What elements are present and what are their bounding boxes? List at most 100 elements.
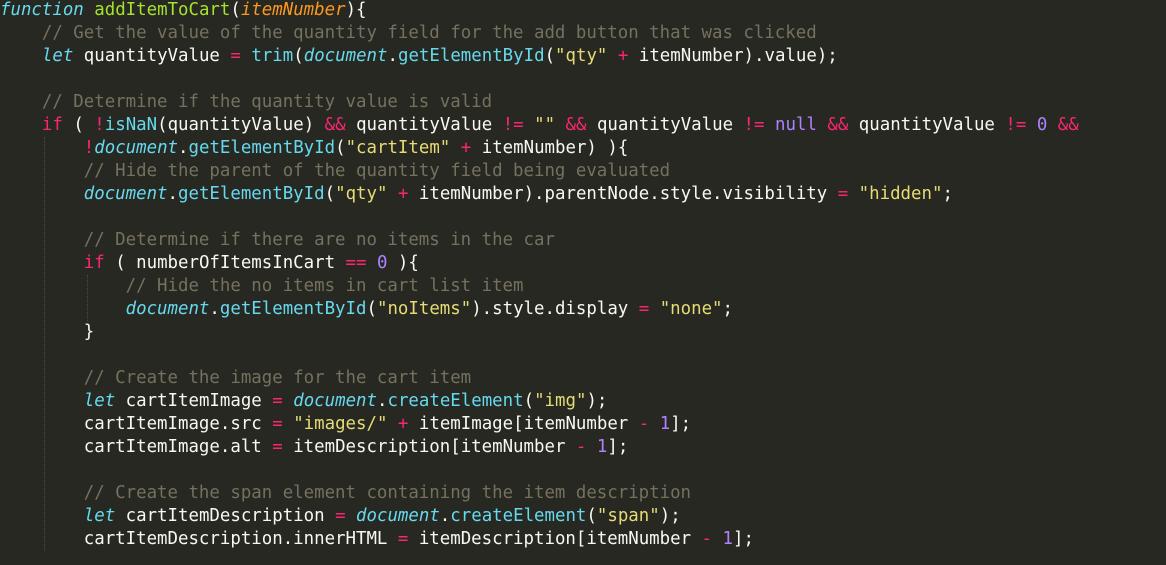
- code-token-string: "img": [534, 391, 587, 411]
- code-token-operator: =: [272, 414, 283, 434]
- code-line: // Create the image for the cart item: [0, 367, 471, 390]
- code-token-operator: !=: [1005, 115, 1027, 135]
- code-token-plain: ( numberOfItemsInCart: [104, 253, 346, 273]
- code-token-number: 1: [722, 529, 733, 549]
- code-token-plain: ];: [732, 529, 754, 549]
- code-token-operator: =: [272, 391, 283, 411]
- code-token-string: "cartItem": [345, 138, 451, 158]
- code-token-operator: !=: [743, 115, 765, 135]
- code-token-plain: quantityValue: [345, 115, 503, 135]
- code-line: [0, 344, 84, 367]
- code-token-plain: (: [293, 46, 304, 66]
- code-token-operator: =: [837, 184, 849, 204]
- code-token-operator: &&: [1057, 115, 1079, 135]
- code-token-plain: (: [523, 391, 535, 411]
- code-token-plain: ];: [670, 414, 692, 434]
- code-token-comment: // Hide the no items in cart list item: [125, 276, 524, 296]
- code-token-plain: (quantityValue): [157, 115, 325, 135]
- code-token-operator: &&: [324, 115, 346, 135]
- code-token-plain: ];: [607, 437, 629, 457]
- code-editor[interactable]: function addItemToCart(itemNumber){ // G…: [0, 0, 1166, 565]
- code-token-plain: (: [62, 115, 95, 135]
- code-token-plain: .: [376, 391, 388, 411]
- code-token-plain: quantityValue: [73, 46, 231, 66]
- code-token-string: "qty": [555, 46, 608, 66]
- code-line: function addItemToCart(itemNumber){: [0, 0, 367, 22]
- code-token-builtin: document: [293, 391, 377, 411]
- code-token-operator: +: [397, 414, 409, 434]
- code-token-keyword: if: [83, 253, 105, 273]
- code-token-plain: (: [230, 0, 241, 20]
- code-token-string: "noItems": [376, 299, 472, 319]
- code-token-plain: (: [586, 506, 597, 526]
- code-line: [0, 68, 42, 91]
- code-token-plain: itemNumber) ){: [471, 138, 629, 158]
- code-token-storage: let: [41, 46, 74, 66]
- code-token-func: isNaN: [104, 115, 158, 135]
- code-token-builtin: document: [94, 138, 179, 158]
- code-token-builtin: document: [303, 46, 388, 66]
- code-token-operator: =: [230, 46, 241, 66]
- code-token-operator: =: [397, 529, 409, 549]
- code-token-operator: ==: [345, 253, 367, 273]
- code-token-string: "hidden": [858, 184, 943, 204]
- code-token-plain: ){: [387, 253, 419, 273]
- code-token-plain: quantityValue: [586, 115, 744, 135]
- code-token-builtin: document: [83, 184, 168, 204]
- code-token-param: itemNumber: [240, 0, 346, 20]
- code-token-operator: !: [94, 115, 105, 135]
- code-line: [0, 206, 84, 229]
- code-line: let cartItemDescription = document.creat…: [0, 505, 681, 528]
- code-line: cartItemDescription.innerHTML = itemDesc…: [0, 528, 754, 551]
- code-token-plain: ;: [942, 184, 953, 204]
- code-token-operator: =: [335, 506, 346, 526]
- code-token-string: "span": [596, 506, 660, 526]
- code-token-plain: (: [324, 184, 336, 204]
- code-token-operator: +: [397, 184, 409, 204]
- code-token-string: "images/": [293, 414, 388, 434]
- code-token-plain: itemNumber).parentNode.style.visibility: [408, 184, 838, 204]
- code-token-func: createElement: [450, 506, 587, 526]
- code-token-operator: =: [272, 437, 283, 457]
- code-token-plain: cartItemImage.src: [83, 414, 273, 434]
- code-token-plain: }: [83, 322, 95, 342]
- code-token-builtin: document: [356, 506, 440, 526]
- code-token-comment: // Get the value of the quantity field f…: [41, 23, 817, 43]
- code-token-plain: cartItemImage.alt: [83, 437, 273, 457]
- code-token-comment: // Hide the parent of the quantity field…: [83, 161, 671, 181]
- code-token-number: 1: [659, 414, 671, 434]
- code-token-func: getElementById: [188, 138, 336, 158]
- code-token-plain: itemDescription[itemNumber: [282, 437, 576, 457]
- code-token-plain: .: [387, 46, 398, 66]
- code-token-func: createElement: [387, 391, 524, 411]
- code-token-operator: -: [575, 437, 587, 457]
- code-token-operator: +: [617, 46, 629, 66]
- code-token-plain: ).style.display: [471, 299, 639, 319]
- code-token-builtin: document: [125, 299, 210, 319]
- code-token-string: "": [534, 115, 556, 135]
- code-token-operator: &&: [565, 115, 587, 135]
- code-line: if ( numberOfItemsInCart == 0 ){: [0, 252, 419, 275]
- code-line: document.getElementById("qty" + itemNumb…: [0, 183, 953, 206]
- code-token-plain: );: [659, 506, 681, 526]
- code-token-comment: // Determine if the quantity value is va…: [41, 92, 493, 112]
- code-token-number: 1: [596, 437, 608, 457]
